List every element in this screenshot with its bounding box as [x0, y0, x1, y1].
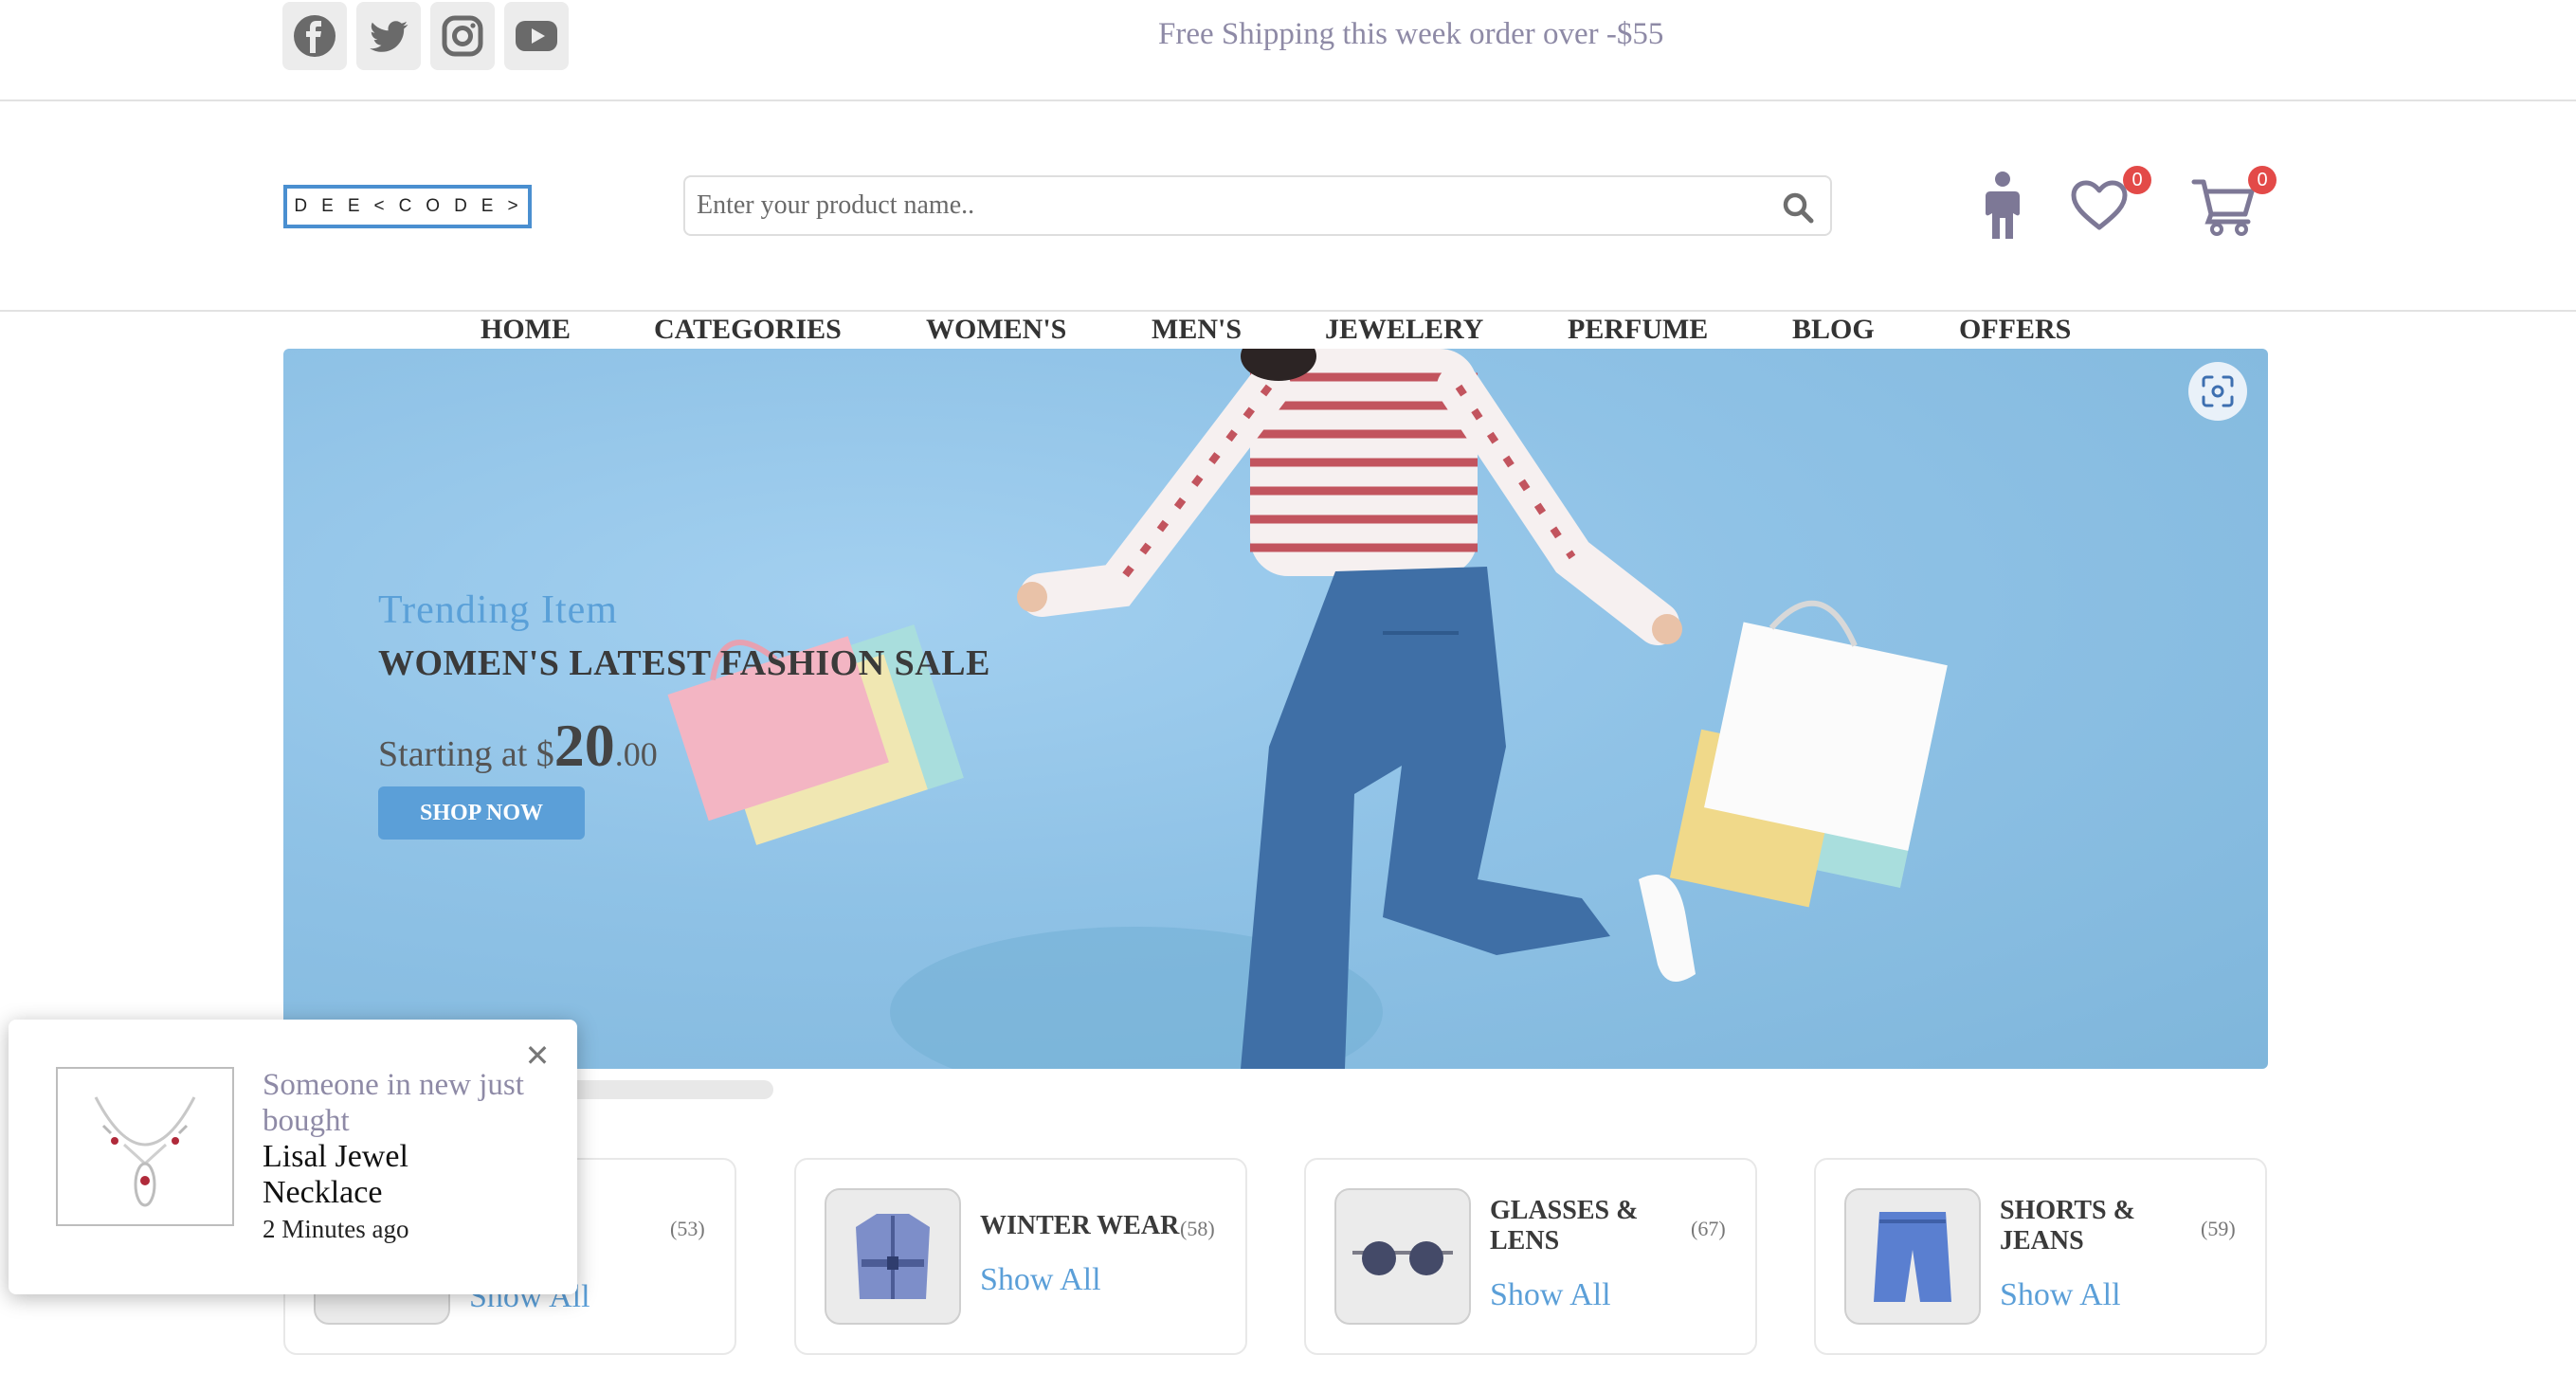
- youtube-icon: [516, 21, 557, 51]
- show-all-link[interactable]: Show All: [1490, 1277, 1611, 1313]
- wishlist-button[interactable]: 0: [2066, 166, 2151, 244]
- category-count: (53): [670, 1217, 705, 1240]
- hero-price: Starting at $20.00: [378, 711, 658, 781]
- price-prefix: Starting at $: [378, 734, 554, 774]
- notification-product-name[interactable]: Lisal Jewel Necklace: [263, 1139, 509, 1211]
- nav-item-perfume[interactable]: PERFUME: [1568, 314, 1708, 346]
- price-cents: .00: [614, 735, 658, 773]
- site-logo[interactable]: DEE<CODE>: [283, 185, 532, 228]
- nav-item-offers[interactable]: OFFERS: [1959, 314, 2071, 346]
- instagram-icon: [442, 15, 483, 57]
- category-count: (59): [2201, 1217, 2236, 1240]
- show-all-link[interactable]: Show All: [2000, 1277, 2121, 1313]
- visual-search-button[interactable]: [2188, 362, 2247, 421]
- purchase-notification: Someone in new just bought Lisal Jewel N…: [9, 1020, 577, 1294]
- show-all-link[interactable]: Show All: [980, 1262, 1101, 1298]
- category-thumbnail: [825, 1188, 961, 1325]
- hero-title: WOMEN'S LATEST FASHION SALE: [378, 643, 990, 683]
- category-card[interactable]: SHORTS & JEANS (59) Show All: [1814, 1158, 2267, 1355]
- search-input[interactable]: [697, 187, 1739, 225]
- category-name: GLASSES & LENS: [1490, 1196, 1639, 1256]
- product-thumbnail: [56, 1067, 234, 1226]
- facebook-icon: [294, 15, 336, 57]
- wishlist-count-badge: 0: [2123, 166, 2151, 194]
- category-card[interactable]: WINTER WEAR (58) Show All: [794, 1158, 1247, 1355]
- user-icon: [1986, 172, 2020, 239]
- glasses-icon: [1352, 1241, 1453, 1275]
- hero-image: [667, 349, 1948, 1069]
- necklace-image: [94, 1096, 196, 1207]
- search-bar: [683, 175, 1832, 236]
- heart-icon: [2071, 180, 2128, 230]
- category-name: WINTER WEAR: [980, 1211, 1180, 1240]
- price-whole: 20: [553, 712, 615, 779]
- hero-subtitle: Trending Item: [378, 588, 618, 632]
- nav-item-blog[interactable]: BLOG: [1792, 314, 1875, 346]
- notification-message: Someone in new just bought: [263, 1068, 524, 1138]
- shop-now-button[interactable]: SHOP NOW: [378, 786, 585, 840]
- category-count: (67): [1691, 1217, 1726, 1240]
- cart-button[interactable]: 0: [2189, 166, 2277, 244]
- category-count: (58): [1180, 1217, 1215, 1240]
- cart-count-badge: 0: [2248, 166, 2277, 194]
- instagram-link[interactable]: [430, 2, 495, 70]
- category-thumbnail: [1844, 1188, 1981, 1325]
- main-header: DEE<CODE> 0 0: [0, 101, 2576, 312]
- nav-item-categories[interactable]: CATEGORIES: [654, 314, 842, 346]
- social-links: [282, 2, 569, 70]
- nav-item-mens[interactable]: MEN'S: [1152, 314, 1242, 346]
- hero-banner: Trending Item WOMEN'S LATEST FASHION SAL…: [283, 349, 2268, 1069]
- shorts-icon: [1874, 1212, 1951, 1302]
- main-nav: HOME CATEGORIES WOMEN'S MEN'S JEWELERY P…: [0, 314, 2576, 352]
- cart-icon: [2191, 179, 2255, 236]
- nav-item-home[interactable]: HOME: [481, 314, 571, 346]
- search-button[interactable]: [1779, 189, 1817, 226]
- category-card[interactable]: GLASSES & LENS (67) Show All: [1304, 1158, 1757, 1355]
- notification-time: 2 Minutes ago: [263, 1215, 409, 1243]
- close-icon[interactable]: ✕: [520, 1039, 554, 1073]
- facebook-link[interactable]: [282, 2, 347, 70]
- category-name: SHORTS & JEANS: [2000, 1196, 2135, 1256]
- nav-item-womens[interactable]: WOMEN'S: [926, 314, 1066, 346]
- jacket-icon: [856, 1214, 930, 1299]
- account-button[interactable]: [1979, 168, 2026, 244]
- twitter-icon: [370, 21, 408, 52]
- twitter-link[interactable]: [356, 2, 421, 70]
- scan-icon: [2202, 375, 2234, 407]
- youtube-link[interactable]: [504, 2, 569, 70]
- search-icon: [1783, 192, 1814, 224]
- top-bar: Free Shipping this week order over -$55: [0, 0, 2576, 101]
- category-thumbnail: [1334, 1188, 1471, 1325]
- promo-text: Free Shipping this week order over -$55: [1158, 17, 1664, 51]
- nav-item-jewelery[interactable]: JEWELERY: [1325, 314, 1483, 346]
